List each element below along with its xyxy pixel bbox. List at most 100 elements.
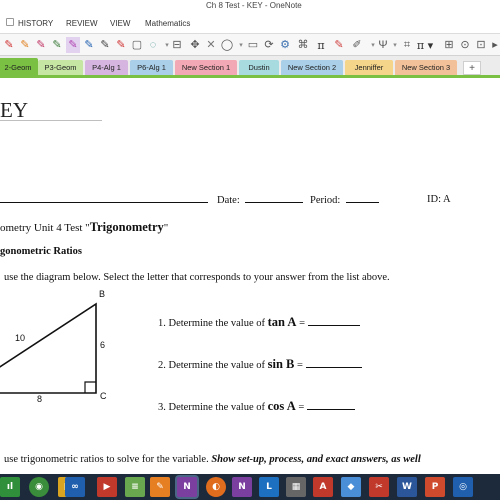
name-line — [0, 194, 208, 206]
taskbar: ıl ◉ ▤ ∞ ▶ ≡ ✎ N ◐ N L ▦ A ◆ ✂ W P ◎ — [0, 474, 500, 500]
purple-pen-icon[interactable]: ✎ — [66, 37, 80, 53]
question-3-suffix: = — [295, 402, 307, 413]
question-1-prefix: 1. Determine the value of — [158, 318, 268, 329]
ink-to-math-icon[interactable]: ⌘ — [296, 37, 310, 53]
test-title-suffix: " — [163, 222, 169, 234]
title-underline — [0, 120, 102, 121]
quick-access-icon[interactable] — [6, 18, 14, 26]
highlighter-icon[interactable]: ✎ — [114, 37, 128, 53]
ribbon-tab-view[interactable]: VIEW — [110, 19, 130, 28]
bottom-instruction: use trigonometric ratios to solve for th… — [4, 454, 421, 465]
question-1-suffix: = — [296, 318, 308, 329]
insert-space-icon[interactable]: ◌ — [146, 37, 160, 53]
add-section-button[interactable]: + — [463, 61, 481, 75]
tab-dustin[interactable]: Dustin — [239, 60, 279, 75]
firefox-taskbar-icon[interactable]: ◐ — [206, 477, 226, 497]
app-taskbar-icon[interactable]: ∞ — [65, 477, 85, 497]
lasso-icon[interactable]: ▢ — [130, 37, 144, 53]
ribbon-tabs: HISTORY REVIEW VIEW Mathematics — [0, 14, 500, 34]
tab-p6-alg1[interactable]: P6-Alg 1 — [130, 60, 173, 75]
test-title-bold: Trigonometry — [89, 220, 164, 234]
hypotenuse-length: 10 — [15, 333, 26, 343]
media-taskbar-icon[interactable]: ▶ — [97, 477, 117, 497]
bottom-instruction-emphasis: Show set-up, process, and exact answers,… — [211, 454, 421, 465]
tab-new-section-3[interactable]: New Section 3 — [395, 60, 457, 75]
question-1-function: tan A — [267, 315, 297, 329]
tab-p3-geom[interactable]: P3-Geom — [38, 60, 83, 75]
symbols-dropdown-icon[interactable]: π ▾ — [414, 37, 436, 53]
tab-2-geom[interactable]: 2-Geom — [0, 58, 38, 76]
question-1: 1. Determine the value of tan A = — [158, 315, 360, 330]
toolbar-icon[interactable]: ⊡ — [474, 37, 488, 53]
question-2-suffix: = — [294, 360, 306, 371]
tool-taskbar-icon[interactable]: ▦ — [286, 477, 306, 497]
eraser-icon[interactable]: ⊟ — [170, 37, 184, 53]
vertex-c-label: C — [100, 391, 107, 401]
snip-taskbar-icon[interactable]: ✂ — [369, 477, 389, 497]
photos-taskbar-icon[interactable]: ◆ — [341, 477, 361, 497]
ink-color-icon[interactable]: ✐ — [350, 37, 364, 53]
table-icon[interactable]: ⊞ — [442, 37, 456, 53]
rectangle-icon[interactable]: ▭ — [246, 37, 260, 53]
paint-taskbar-icon[interactable]: ✎ — [150, 477, 170, 497]
tab-p4-alg1[interactable]: P4-Alg 1 — [85, 60, 128, 75]
ribbon-tab-review[interactable]: REVIEW — [66, 19, 98, 28]
word-taskbar-icon[interactable]: W — [397, 477, 417, 497]
magenta-pen-icon[interactable]: ✎ — [34, 37, 48, 53]
question-3-prefix: 3. Determine the value of — [158, 402, 268, 413]
ppt-taskbar-icon[interactable]: P — [425, 477, 445, 497]
blue-pen-icon[interactable]: ✎ — [82, 37, 96, 53]
onenote-taskbar-icon[interactable]: N — [177, 477, 197, 497]
test-title-prefix: ometry Unit 4 Test " — [0, 222, 90, 234]
instruction-text: use the diagram below. Select the letter… — [4, 272, 390, 283]
black-pen-icon[interactable]: ✎ — [98, 37, 112, 53]
vertex-b-label: B — [99, 289, 106, 299]
side-ac-length: 8 — [37, 394, 43, 404]
window-title: Ch 8 Test - KEY - OneNote — [206, 1, 302, 10]
notes-taskbar-icon[interactable]: ≡ — [125, 477, 145, 497]
more-tools-icon[interactable]: ▸ — [488, 37, 500, 53]
title-bar: Ch 8 Test - KEY - OneNote — [0, 0, 500, 14]
chrome-taskbar-icon[interactable]: ◉ — [29, 477, 49, 497]
draw-toolbar: ✎ ✎ ✎ ✎ ✎ ✎ ✎ ✎ ▢ ◌ ▾ ⊟ ✥ ✕ ◯ ▾ ▭ ⟳ ⚙ ⌘ … — [0, 34, 500, 56]
date-label: Date: — [217, 195, 240, 206]
period-label: Period: — [310, 195, 341, 206]
question-2: 2. Determine the value of sin B = — [158, 357, 362, 372]
triangle-shape — [0, 302, 97, 394]
section-tabs: 2-Geom P3-Geom P4-Alg 1 P6-Alg 1 New Sec… — [0, 56, 500, 78]
tab-new-section-1[interactable]: New Section 1 — [175, 60, 237, 75]
excel-taskbar-icon[interactable]: ıl — [0, 477, 20, 497]
id-label: ID: A — [427, 194, 451, 205]
question-3-function: cos A — [267, 399, 296, 413]
bottom-instruction-plain: use trigonometric ratios to solve for th… — [4, 454, 212, 465]
right-angle-marker — [84, 381, 96, 393]
arrange-icon[interactable]: ⚙ — [278, 37, 292, 53]
matrix-icon[interactable]: ⌗ — [400, 37, 414, 53]
pi-icon[interactable]: π — [314, 37, 328, 53]
lync-taskbar-icon[interactable]: L — [259, 477, 279, 497]
delete-icon[interactable]: ✕ — [204, 37, 218, 53]
period-field: Period: — [310, 194, 379, 206]
shape-circle-icon[interactable]: ◯ — [220, 37, 234, 53]
side-bc-length: 6 — [100, 340, 106, 350]
onenote2-taskbar-icon[interactable]: N — [232, 477, 252, 497]
tab-new-section-2[interactable]: New Section 2 — [281, 60, 343, 75]
question-3: 3. Determine the value of cos A = — [158, 399, 355, 414]
orange-pen-icon[interactable]: ✎ — [18, 37, 32, 53]
page-canvas[interactable]: EY Date: Period: ID: A ometry Unit 4 Tes… — [0, 78, 500, 474]
app2-taskbar-icon[interactable]: ◎ — [453, 477, 473, 497]
ribbon-tab-history[interactable]: HISTORY — [18, 19, 53, 28]
test-title: ometry Unit 4 Test "Trigonometry" — [0, 220, 168, 235]
red-pen-icon[interactable]: ✎ — [2, 37, 16, 53]
question-2-prefix: 2. Determine the value of — [158, 360, 268, 371]
rotate-icon[interactable]: ⟳ — [262, 37, 276, 53]
question-2-function: sin B — [267, 357, 295, 371]
date-field: Date: — [217, 194, 304, 206]
acrobat-taskbar-icon[interactable]: A — [313, 477, 333, 497]
settings-icon[interactable]: ⊙ — [458, 37, 472, 53]
tab-jenniffer[interactable]: Jenniffer — [345, 60, 393, 75]
pan-icon[interactable]: ✥ — [188, 37, 202, 53]
red-marker-icon[interactable]: ✎ — [332, 37, 346, 53]
green-pen-icon[interactable]: ✎ — [50, 37, 64, 53]
ribbon-tab-mathematics[interactable]: Mathematics — [145, 19, 190, 28]
